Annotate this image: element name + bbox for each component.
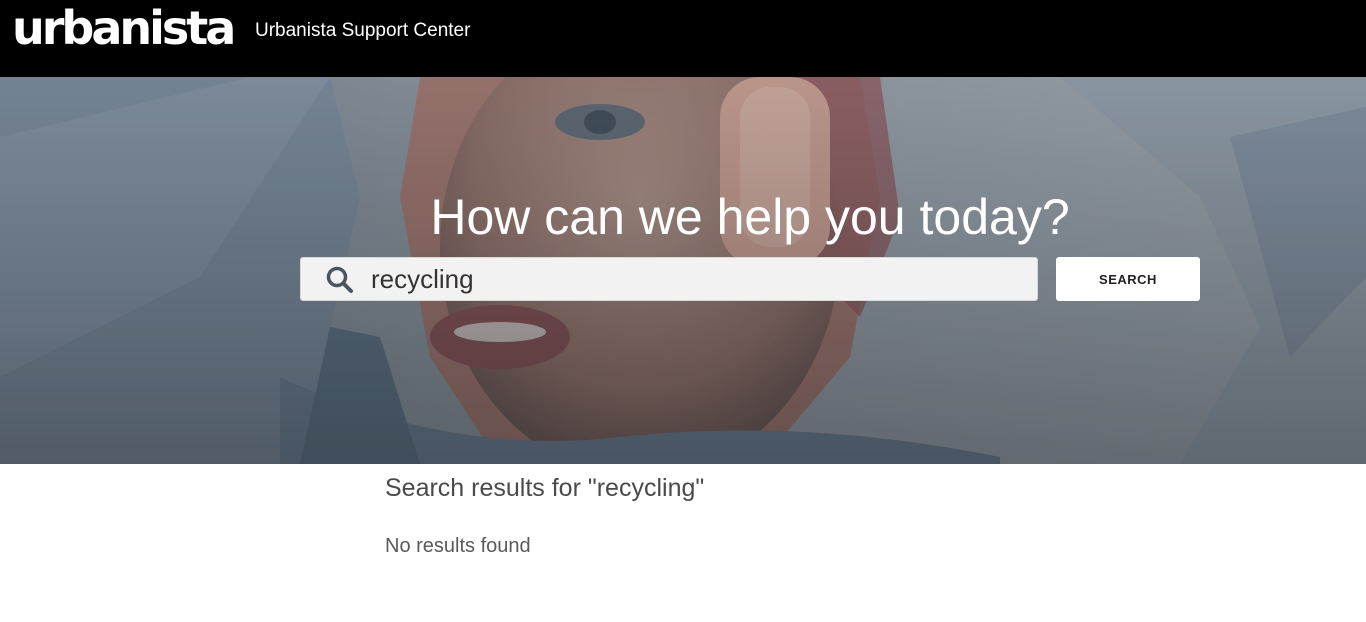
site-title-link[interactable]: Urbanista Support Center xyxy=(255,20,470,42)
no-results-message: No results found xyxy=(385,535,531,557)
search-icon xyxy=(326,266,353,293)
search-input[interactable] xyxy=(371,258,1021,300)
search-box[interactable] xyxy=(300,257,1038,301)
search-results-title: Search results for "recycling" xyxy=(385,474,705,502)
search-button[interactable]: SEARCH xyxy=(1056,257,1200,301)
hero-banner: How can we help you today? SEARCH xyxy=(0,77,1366,464)
hero-heading: How can we help you today? xyxy=(430,189,1070,245)
urbanista-logo[interactable]: urbanista xyxy=(12,2,236,54)
site-header: urbanista Urbanista Support Center xyxy=(0,0,1366,77)
